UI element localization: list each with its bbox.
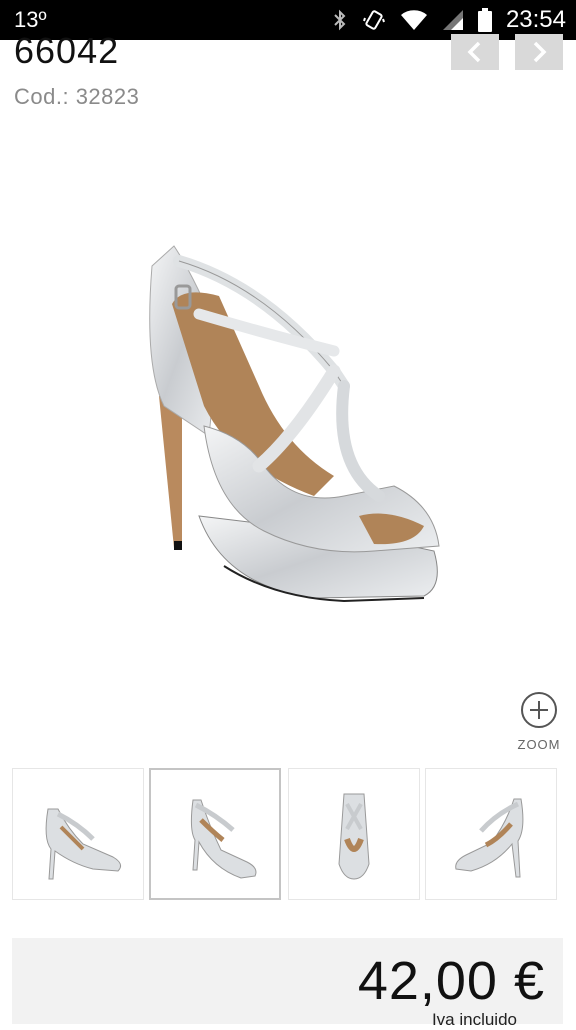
- bluetooth-icon: [334, 9, 346, 31]
- battery-icon: [477, 8, 492, 32]
- vibrate-icon: [362, 10, 385, 30]
- main-product-image[interactable]: [14, 136, 562, 696]
- shoe-thumbnail-image: [338, 793, 370, 880]
- product-title: 66042: [14, 30, 120, 71]
- vat-note: Iva incluido: [431, 1010, 517, 1029]
- zoom-label: ZOOM: [517, 737, 561, 752]
- thumbnail-back-view[interactable]: [425, 768, 557, 900]
- zoom-button[interactable]: ZOOM: [512, 690, 566, 752]
- shoe-image: [149, 245, 440, 603]
- shoe-thumbnail-image: [190, 799, 257, 879]
- thumbnail-strip: [12, 768, 562, 902]
- shoe-thumbnail-image: [455, 798, 524, 878]
- thumbnail-side-view[interactable]: [12, 768, 144, 900]
- signal-icon: [442, 10, 463, 30]
- thumbnail-three-quarter-view[interactable]: [149, 768, 281, 900]
- product-price: 42,00 €: [357, 951, 545, 1011]
- previous-product-button[interactable]: [451, 34, 499, 70]
- chevron-right-icon: [533, 41, 547, 63]
- shoe-thumbnail-image: [45, 808, 122, 880]
- next-product-button[interactable]: [515, 34, 563, 70]
- thumbnail-front-view[interactable]: [288, 768, 420, 900]
- zoom-in-icon: [521, 692, 557, 728]
- clock: 23:54: [505, 6, 566, 33]
- wifi-icon: [400, 10, 427, 30]
- chevron-left-icon: [467, 41, 481, 63]
- price-panel: 42,00 € Iva incluido: [12, 938, 563, 1029]
- product-code: Cod.: 32823: [14, 84, 140, 109]
